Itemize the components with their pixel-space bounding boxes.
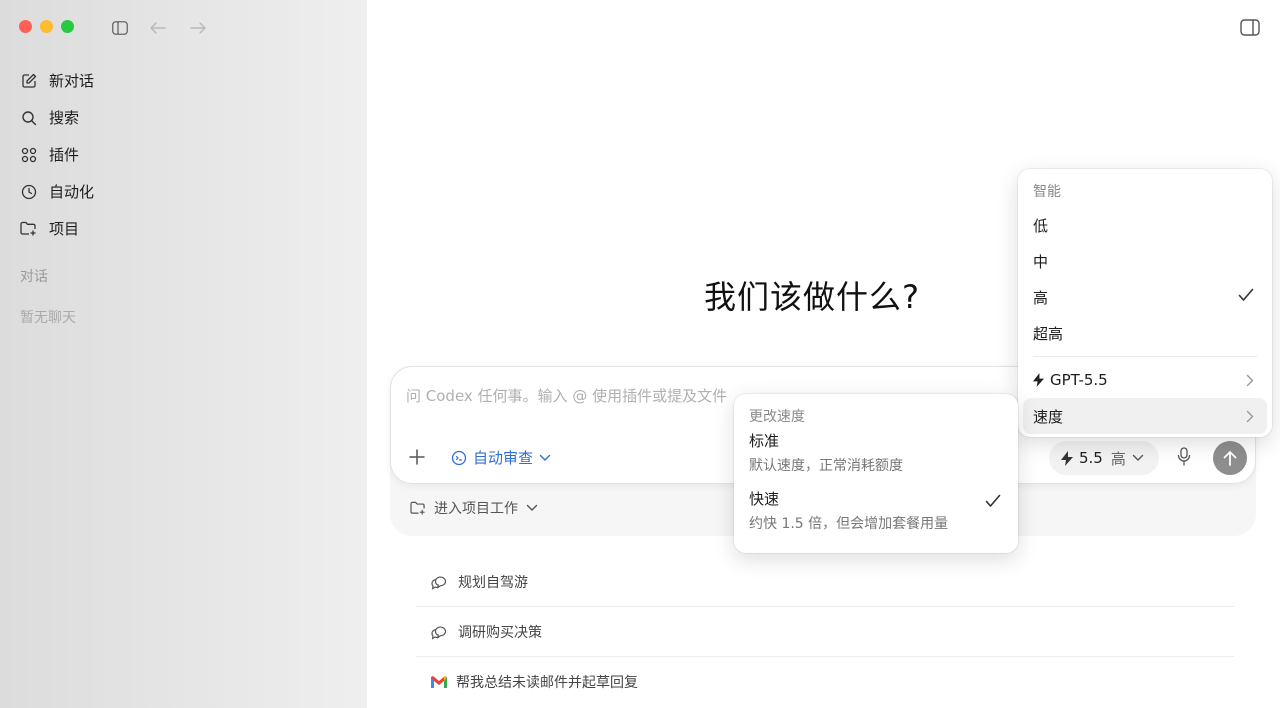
- sidebar-item-label: 项目: [49, 220, 80, 238]
- model-selector-button[interactable]: 5.5 高: [1049, 441, 1159, 475]
- enter-project-label: 进入项目工作: [434, 501, 518, 517]
- enter-project-button[interactable]: 进入项目工作: [410, 498, 538, 518]
- window-controls: [19, 20, 74, 33]
- no-chats-label: 暂无聊天: [20, 310, 76, 326]
- menu-item-label: 高: [1033, 288, 1049, 307]
- toggle-panel-icon[interactable]: [1240, 19, 1260, 37]
- minimize-window-button[interactable]: [40, 20, 53, 33]
- chevron-right-icon: [1246, 374, 1254, 387]
- intelligence-menu-header: 智能: [1033, 184, 1061, 200]
- auto-review-icon: [451, 450, 467, 466]
- gmail-icon: [430, 675, 448, 689]
- prompt-input[interactable]: 问 Codex 任何事。输入 @ 使用插件或提及文件: [406, 385, 727, 406]
- lightning-icon: [1061, 450, 1073, 466]
- edit-icon: [20, 72, 37, 89]
- toggle-sidebar-icon[interactable]: [111, 19, 129, 37]
- suggestion-item[interactable]: 规划自驾游: [416, 557, 1234, 607]
- grid-icon: [20, 146, 37, 163]
- sidebar-item-label: 新对话: [49, 72, 95, 90]
- speed-option-desc: 约快 1.5 倍，但会增加套餐用量: [749, 516, 949, 532]
- auto-review-label: 自动审查: [473, 449, 534, 467]
- speed-menu-header: 更改速度: [749, 409, 805, 425]
- send-button[interactable]: [1213, 441, 1247, 475]
- checkmark-icon: [985, 494, 1001, 508]
- speed-option-fast[interactable]: 快速 约快 1.5 倍，但会增加套餐用量: [734, 488, 1018, 546]
- speed-option-title: 标准: [749, 432, 780, 450]
- suggestion-label: 帮我总结未读邮件并起草回复: [456, 675, 638, 691]
- sidebar-item-label: 自动化: [49, 183, 95, 201]
- back-arrow-icon[interactable]: [149, 19, 167, 37]
- lightning-icon: [1033, 373, 1044, 387]
- chevron-down-icon: [526, 504, 538, 512]
- speed-option-title: 快速: [749, 490, 780, 508]
- speed-option-standard[interactable]: 标准 默认速度，正常消耗额度: [734, 430, 1018, 488]
- menu-item-label: 超高: [1033, 324, 1064, 343]
- model-version: 5.5: [1079, 449, 1103, 467]
- speed-menu: 更改速度 标准 默认速度，正常消耗额度 快速 约快 1.5 倍，但会增加套餐用量: [734, 394, 1018, 553]
- menu-item-level-low[interactable]: 低: [1018, 207, 1272, 243]
- sidebar-item-search[interactable]: 搜索: [20, 99, 350, 136]
- search-icon: [20, 109, 37, 126]
- folder-add-icon: [410, 501, 426, 515]
- speed-option-desc: 默认速度，正常消耗额度: [749, 458, 903, 474]
- menu-item-level-high[interactable]: 高: [1018, 279, 1272, 315]
- page-title: 我们该做什么?: [704, 278, 920, 316]
- suggestion-list: 规划自驾游 调研购买决策 帮我总结未读邮件并起草回复: [416, 557, 1234, 707]
- suggestion-item[interactable]: 调研购买决策: [416, 607, 1234, 657]
- suggestion-item[interactable]: 帮我总结未读邮件并起草回复: [416, 657, 1234, 707]
- sidebar-item-label: 搜索: [49, 109, 80, 127]
- clock-icon: [20, 183, 37, 200]
- chevron-down-icon: [539, 454, 551, 462]
- close-window-button[interactable]: [19, 20, 32, 33]
- sidebar-item-new-chat[interactable]: 新对话: [20, 62, 350, 99]
- sidebar-item-label: 插件: [49, 146, 80, 164]
- suggestion-label: 规划自驾游: [458, 574, 528, 591]
- menu-item-label: 中: [1033, 252, 1049, 271]
- sidebar: 新对话 搜索 插件 自动化 项目 对话 暂无聊天: [0, 0, 367, 708]
- chat-bubbles-icon: [430, 574, 450, 590]
- chevron-right-icon: [1246, 410, 1254, 423]
- model-level: 高: [1110, 449, 1126, 468]
- conversations-section-label: 对话: [20, 269, 48, 285]
- forward-arrow-icon[interactable]: [189, 19, 207, 37]
- folder-add-icon: [20, 220, 37, 237]
- menu-item-speed[interactable]: 速度: [1023, 398, 1267, 434]
- microphone-icon[interactable]: [1177, 447, 1195, 467]
- sidebar-nav: 新对话 搜索 插件 自动化 项目: [20, 62, 350, 247]
- auto-review-button[interactable]: 自动审查: [451, 447, 551, 468]
- add-attachment-button[interactable]: [407, 447, 429, 469]
- zoom-window-button[interactable]: [61, 20, 74, 33]
- menu-item-label: 速度: [1033, 407, 1064, 426]
- checkmark-icon: [1238, 288, 1254, 302]
- chevron-down-icon: [1132, 454, 1144, 462]
- suggestion-label: 调研购买决策: [458, 624, 542, 641]
- menu-item-model[interactable]: GPT-5.5: [1018, 362, 1272, 398]
- intelligence-menu: 智能 低 中 高 超高 GPT-5.5 速度: [1018, 169, 1272, 437]
- menu-item-label: 低: [1033, 216, 1049, 235]
- menu-item-level-medium[interactable]: 中: [1018, 243, 1272, 279]
- sidebar-item-projects[interactable]: 项目: [20, 210, 350, 247]
- chat-bubbles-icon: [430, 624, 450, 640]
- menu-item-level-extra-high[interactable]: 超高: [1018, 315, 1272, 351]
- sidebar-item-automation[interactable]: 自动化: [20, 173, 350, 210]
- menu-item-label: GPT-5.5: [1050, 371, 1108, 389]
- menu-divider: [1033, 356, 1257, 357]
- arrow-up-icon: [1223, 450, 1237, 466]
- sidebar-item-plugins[interactable]: 插件: [20, 136, 350, 173]
